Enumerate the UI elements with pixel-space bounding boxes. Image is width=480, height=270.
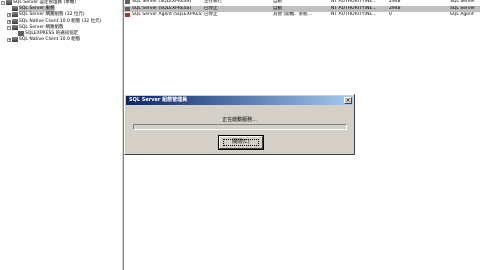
config-node-icon — [12, 18, 18, 24]
tree-item[interactable]: + SQL Native Client 10.0 組態 (32 位元) — [0, 18, 121, 25]
service-row[interactable]: SQL Server (SQLEXPRESS) 已停止 自動 NT AUTHORITY… — [124, 5, 480, 12]
service-name-cell: SQL Server (SQLEXPRESS) — [132, 0, 192, 4]
service-type-cell: SQL Server — [450, 5, 476, 11]
tree-item-label: SQL Native Client 10.0 組態 — [19, 37, 81, 43]
tree-expander-icon[interactable]: + — [7, 19, 11, 24]
dialog-status-text: 正在啟動服務... — [222, 117, 257, 123]
tree-item-label: SQL Server 網路組態 (32 位元) — [19, 12, 85, 18]
config-node-icon — [12, 37, 18, 43]
service-account-cell: NT AUTHORITY\NE... — [331, 0, 377, 4]
tree-expander-icon[interactable]: + — [7, 13, 11, 18]
progress-bar — [133, 124, 347, 130]
tree-expander-icon[interactable]: - — [7, 25, 11, 30]
dialog-title-bar[interactable]: SQL Server 組態管理員 — [126, 96, 353, 105]
service-pid-cell: 2948 — [389, 0, 401, 4]
service-name-cell: SQL Server Agent (SQLEXPRESS) — [132, 12, 202, 17]
tree-item-label: SQL Native Client 10.0 組態 (32 位元) — [19, 18, 102, 24]
tree-item[interactable]: + SQL Server 網路組態 (32 位元) — [0, 12, 121, 18]
tree-expander-icon[interactable]: + — [7, 38, 11, 43]
service-start-mode-cell: 自動 — [273, 0, 282, 4]
tree-item[interactable]: + SQL Native Client 10.0 組態 — [0, 37, 121, 43]
config-node-icon — [12, 6, 18, 12]
service-state-cell: 正在執行 — [204, 0, 222, 4]
close-icon: × — [345, 97, 351, 104]
service-progress-dialog: SQL Server 組態管理員 × 正在啟動服務... 關閉(C) — [124, 94, 355, 155]
service-row[interactable]: SQL Server Agent (SQLEXPRESS) 已停止 其他 (開機、系… — [124, 12, 480, 18]
service-pid-cell: 2948 — [389, 5, 401, 11]
tree-pane[interactable]: - SQL Server 設定管理員 (本機) SQL Server 服務 + SQL … — [0, 0, 121, 270]
service-account-cell: NT AUTHORITY\NE... — [331, 12, 377, 17]
service-account-cell: NT AUTHORITY\NE... — [331, 5, 377, 11]
config-node-icon — [12, 12, 18, 18]
config-node-icon — [12, 24, 18, 30]
dialog-close-button[interactable]: × — [344, 97, 352, 104]
dialog-title: SQL Server 組態管理員 — [129, 97, 188, 103]
service-type-cell: SQL Server — [450, 0, 476, 4]
protocol-icon — [18, 31, 24, 36]
focus-rect — [223, 139, 259, 146]
tree-item[interactable]: - SQL Server 網路組態 — [0, 24, 121, 31]
close-button[interactable]: 關閉(C) — [219, 136, 263, 149]
service-start-mode-cell: 自動 — [273, 5, 282, 11]
service-status-icon — [125, 6, 130, 11]
config-node-icon — [6, 0, 12, 5]
service-state-cell: 已停止 — [204, 12, 218, 17]
service-start-mode-cell: 其他 (開機、系統... — [273, 12, 312, 17]
service-type-cell: SQL Agent — [450, 12, 474, 17]
service-status-icon — [125, 13, 130, 17]
service-status-icon — [125, 0, 130, 4]
tree-item-label: SQL Server 網路組態 — [19, 24, 64, 30]
service-pid-cell: 0 — [389, 12, 392, 17]
tree-expander-icon[interactable]: - — [1, 1, 5, 5]
service-row[interactable]: SQL Server (SQLEXPRESS) 正在執行 自動 NT AUTHORIT… — [124, 0, 480, 5]
service-name-cell: SQL Server (SQLEXPRESS) — [132, 5, 192, 11]
service-state-cell: 已停止 — [204, 5, 218, 11]
